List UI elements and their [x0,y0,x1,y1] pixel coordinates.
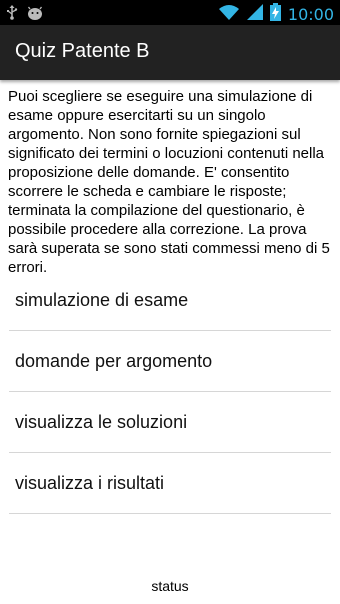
wifi-icon [218,4,240,25]
menu-item-soluzioni[interactable]: visualizza le soluzioni [9,392,331,453]
action-bar: Quiz Patente B [0,25,340,80]
usb-icon [6,5,18,25]
clock: 10:00 [287,5,334,24]
menu-item-simulazione[interactable]: simulazione di esame [9,270,331,331]
instructions-text: Puoi scegliere se eseguire una simulazio… [8,88,330,276]
status-label: status [151,578,189,594]
menu-item-label: visualizza le soluzioni [15,411,188,432]
battery-charging-icon [269,3,281,26]
app-title: Quiz Patente B [15,40,150,62]
android-debug-icon [26,5,44,25]
menu-item-label: simulazione di esame [15,289,189,310]
menu-item-risultati[interactable]: visualizza i risultati [9,453,331,514]
menu-item-domande-argomento[interactable]: domande per argomento [9,331,331,392]
status-bar: 10:00 [0,0,340,25]
signal-icon [246,4,263,25]
menu-list: simulazione di esame domande per argomen… [9,270,331,514]
menu-item-label: domande per argomento [15,350,213,371]
menu-item-label: visualizza i risultati [15,472,165,493]
